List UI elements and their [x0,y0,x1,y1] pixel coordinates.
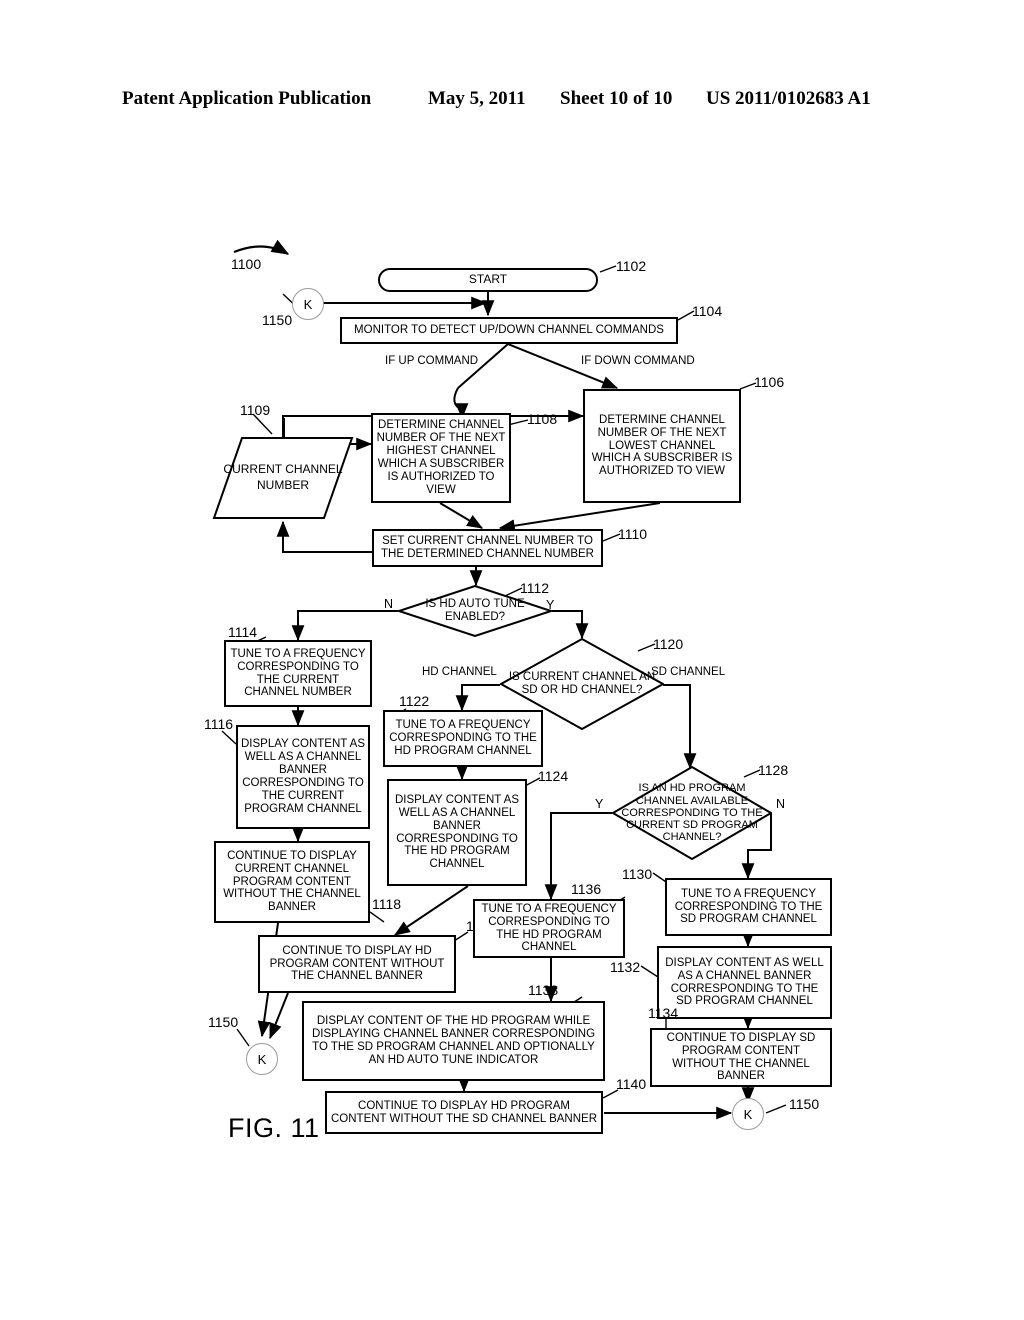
ref-1136: 1136 [571,881,602,897]
connector-k-bottom-left: K [246,1043,278,1075]
tune-hd-program-step-1136: TUNE TO A FREQUENCY CORRESPONDING TO THE… [473,899,625,958]
ref-1134: 1134 [648,1005,679,1021]
hd-auto-tune-decision-label: IS HD AUTO TUNE ENABLED? [425,598,525,623]
ref-1118: 1118 [372,896,402,912]
ref-1150-top: 1150 [262,312,293,328]
label-y-1128: Y [595,797,604,811]
ref-1122: 1122 [399,693,430,709]
label-hd-channel: HD CHANNEL [422,666,497,678]
continue-current-no-banner-step: CONTINUE TO DISPLAY CURRENT CHANNEL PROG… [214,841,370,923]
ref-1130: 1130 [622,866,653,882]
figure-label: FIG. 11 [228,1113,320,1143]
display-hd-with-sd-banner-step-1138: DISPLAY CONTENT OF THE HD PROGRAM WHILE … [302,1001,605,1081]
ref-1108: 1108 [527,411,558,427]
connector-k-bottom-right: K [732,1098,764,1130]
tune-hd-program-step-1122: TUNE TO A FREQUENCY CORRESPONDING TO THE… [383,710,543,767]
continue-hd-no-sd-banner-step-1140: CONTINUE TO DISPLAY HD PROGRAM CONTENT W… [325,1091,603,1134]
label-if-up-command: IF UP COMMAND [385,355,479,367]
ref-1110: 1110 [618,526,648,542]
display-current-banner-step: DISPLAY CONTENT AS WELL AS A CHANNEL BAN… [236,725,370,829]
ref-1150-bottom-left: 1150 [208,1014,239,1030]
ref-1114: 1114 [228,624,258,640]
ref-1109: 1109 [240,402,271,418]
label-if-down-command: IF DOWN COMMAND [581,355,695,367]
current-channel-number-label: CURRENT CHANNEL NUMBER [223,462,343,492]
label-n-1112: N [384,597,394,611]
tune-sd-program-step-1130: TUNE TO A FREQUENCY CORRESPONDING TO THE… [665,878,832,936]
ref-1112: 1112 [520,580,550,596]
display-sd-banner-step-1132: DISPLAY CONTENT AS WELL AS A CHANNEL BAN… [657,946,832,1019]
continue-hd-no-banner-step-1126: CONTINUE TO DISPLAY HD PROGRAM CONTENT W… [258,935,456,993]
sd-or-hd-channel-decision-label: IS CURRENT CHANNEL AN SD OR HD CHANNEL? [508,671,656,696]
connector-k-top: K [292,288,324,320]
ref-1138: 1138 [528,982,559,998]
ref-1132: 1132 [610,959,641,975]
ref-1150-bottom-right: 1150 [789,1096,820,1112]
start-terminator: START [378,268,598,292]
ref-1104: 1104 [692,303,723,319]
ref-1140: 1140 [616,1076,647,1092]
continue-sd-no-banner-step-1134: CONTINUE TO DISPLAY SD PROGRAM CONTENT W… [650,1028,832,1087]
tune-current-channel-step: TUNE TO A FREQUENCY CORRESPONDING TO THE… [224,640,372,707]
hd-available-decision: IS AN HD PROGRAM CHANNEL AVAILABLE CORRE… [612,766,772,860]
ref-1102: 1102 [616,258,647,274]
label-n-1128: N [776,797,786,811]
ref-1106: 1106 [754,374,785,390]
ref-1116: 1116 [204,716,234,732]
determine-next-highest-step: DETERMINE CHANNEL NUMBER OF THE NEXT HIG… [371,413,511,503]
determine-next-lowest-step: DETERMINE CHANNEL NUMBER OF THE NEXT LOW… [583,389,741,503]
ref-1120: 1120 [653,636,684,652]
display-hd-banner-step-1124: DISPLAY CONTENT AS WELL AS A CHANNEL BAN… [387,779,527,886]
ref-1100: 1100 [231,256,262,272]
monitor-commands-step: MONITOR TO DETECT UP/DOWN CHANNEL COMMAN… [340,317,678,344]
ref-1124: 1124 [538,768,569,784]
ref-1128: 1128 [758,762,789,778]
hd-available-decision-label: IS AN HD PROGRAM CHANNEL AVAILABLE CORRE… [621,782,763,844]
set-current-channel-step: SET CURRENT CHANNEL NUMBER TO THE DETERM… [372,529,603,567]
patent-figure-page: Patent Application Publication May 5, 20… [0,0,1024,1320]
current-channel-number-data: CURRENT CHANNEL NUMBER [212,436,354,520]
